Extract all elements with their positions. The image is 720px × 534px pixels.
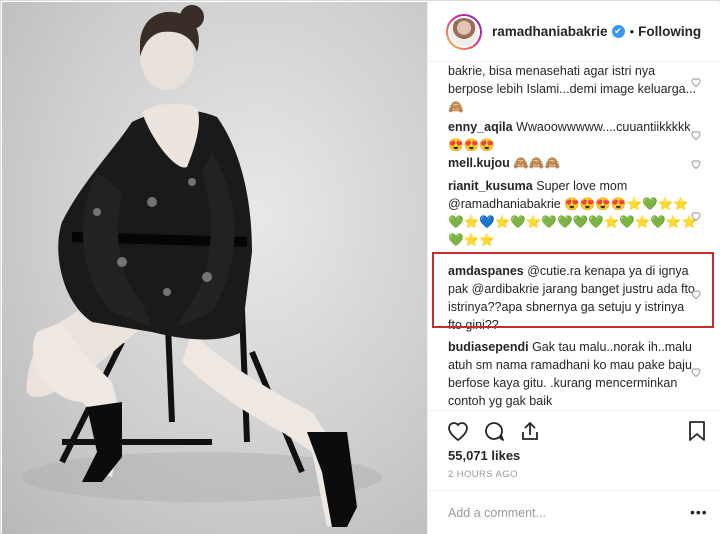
comment-item: budiasependi Gak tau malu..norak ih..mal… xyxy=(448,338,700,410)
heart-icon[interactable] xyxy=(690,366,702,378)
likes-count[interactable]: 55,071 likes xyxy=(448,448,520,463)
post-username[interactable]: ramadhaniabakrie xyxy=(492,24,608,39)
heart-icon[interactable] xyxy=(690,129,702,141)
add-comment-input[interactable]: Add a comment... xyxy=(448,506,546,520)
highlight-box xyxy=(432,252,714,328)
post-actions-bar xyxy=(428,410,720,446)
avatar[interactable] xyxy=(446,13,482,50)
separator-dot: • xyxy=(629,24,635,39)
heart-icon[interactable] xyxy=(690,76,702,88)
heart-icon[interactable] xyxy=(690,210,702,222)
comment-username[interactable]: mell.kujou xyxy=(448,156,510,170)
heart-icon[interactable] xyxy=(446,419,470,443)
comment-username[interactable]: enny_aqila xyxy=(448,120,513,134)
comments-list[interactable]: bakrie, bisa menasehati agar istri nya b… xyxy=(428,62,720,410)
comment-username[interactable]: budiasependi xyxy=(448,340,529,354)
comment-text: bakrie, bisa menasehati agar istri nya b… xyxy=(448,64,697,114)
comment-icon[interactable] xyxy=(482,419,506,443)
heart-icon[interactable] xyxy=(690,158,702,170)
comment-text: 🙈🙈🙈 xyxy=(513,156,561,170)
comment-item: rianit_kusuma Super love mom @ramadhania… xyxy=(448,177,700,249)
comment-item: enny_aqila Wwaoowwwww....cuuantiikkkkk😍😍… xyxy=(448,118,700,154)
post-photo[interactable] xyxy=(2,2,427,534)
follow-status-button[interactable]: Following xyxy=(638,24,701,39)
instagram-post-frame: ramadhaniabakrie ✔ • Following bakrie, b… xyxy=(0,0,720,534)
post-header: ramadhaniabakrie ✔ • Following xyxy=(428,2,720,62)
more-options-icon[interactable]: ••• xyxy=(690,504,708,520)
add-comment-bar: Add a comment... ••• xyxy=(428,490,720,534)
share-icon[interactable] xyxy=(518,419,542,443)
comment-item: bakrie, bisa menasehati agar istri nya b… xyxy=(448,62,700,116)
verified-badge-icon: ✔ xyxy=(611,25,625,38)
comment-username[interactable]: rianit_kusuma xyxy=(448,179,533,193)
bookmark-icon[interactable] xyxy=(686,419,708,443)
post-date: 2 HOURS AGO xyxy=(448,469,518,480)
comment-item: mell.kujou 🙈🙈🙈 xyxy=(448,154,700,172)
